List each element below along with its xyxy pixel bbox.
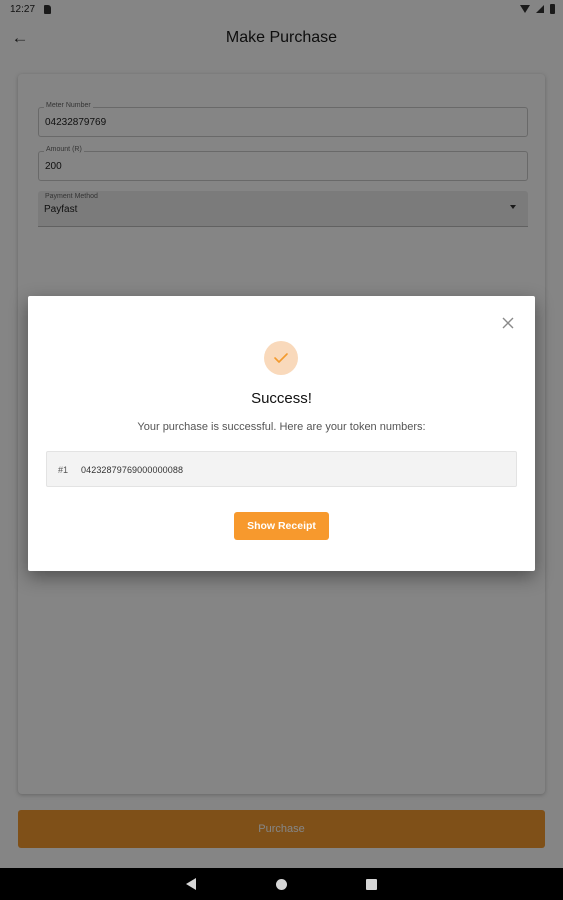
nav-recents-icon[interactable] <box>366 879 377 890</box>
token-row: #1 04232879769000000088 <box>46 451 517 487</box>
system-nav-bar <box>0 868 563 900</box>
token-number[interactable]: 04232879769000000088 <box>81 465 183 475</box>
checkmark-icon <box>274 353 288 363</box>
show-receipt-button[interactable]: Show Receipt <box>234 512 329 540</box>
nav-back-icon[interactable] <box>186 878 196 890</box>
token-index: #1 <box>58 465 69 475</box>
nav-home-icon[interactable] <box>276 879 287 890</box>
dialog-message: Your purchase is successful. Here are yo… <box>137 421 426 433</box>
success-dialog: Success! Your purchase is successful. He… <box>28 296 535 571</box>
close-icon[interactable] <box>501 316 515 330</box>
success-badge <box>264 341 298 375</box>
dialog-title: Success! <box>251 390 312 407</box>
